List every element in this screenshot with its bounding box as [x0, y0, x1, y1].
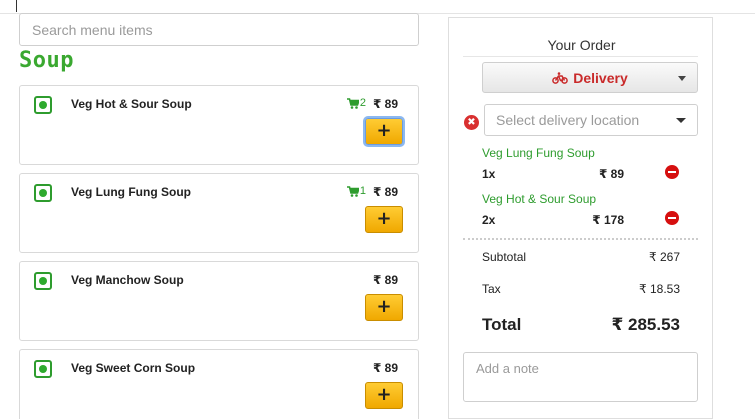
menu-item-card: Veg Manchow Soup ₹ 89 + [19, 261, 419, 341]
order-item-name: Veg Lung Fung Soup [482, 146, 595, 160]
delivery-location-select[interactable]: Select delivery location [484, 104, 698, 136]
menu-item-price: ₹ 89 [372, 273, 398, 287]
chevron-down-icon [678, 76, 686, 81]
order-panel-title: Your Order [547, 37, 616, 53]
order-panel: Your Order Delivery ✖ Select delivery lo… [448, 17, 713, 419]
menu-item-name: Veg Manchow Soup [71, 273, 184, 287]
cart-count: 1 [346, 185, 366, 197]
menu-item-name: Veg Hot & Sour Soup [71, 97, 192, 111]
add-to-cart-button[interactable]: + [365, 382, 403, 409]
delivery-mode-label: Delivery [573, 69, 628, 86]
total-value: ₹ 285.53 [611, 315, 680, 334]
order-item-qty: 2x [482, 213, 496, 227]
cart-count-value: 1 [359, 185, 366, 197]
veg-indicator-icon [34, 184, 52, 202]
menu-item-name: Veg Lung Fung Soup [71, 185, 191, 199]
tax-value: ₹ 18.53 [639, 282, 680, 296]
menu-item-card: Veg Sweet Corn Soup ₹ 89 + [19, 349, 419, 419]
note-field[interactable] [463, 352, 698, 402]
veg-indicator-icon [34, 272, 52, 290]
delivery-location-placeholder: Select delivery location [496, 112, 640, 128]
section-title: Soup [19, 48, 74, 73]
error-icon: ✖ [464, 115, 479, 130]
cart-count-value: 2 [359, 97, 366, 109]
add-to-cart-button[interactable]: + [365, 118, 403, 145]
menu-item-price: ₹ 89 [372, 97, 398, 111]
search-input[interactable] [19, 13, 419, 46]
tax-label: Tax [482, 282, 501, 296]
add-to-cart-button[interactable]: + [365, 206, 403, 233]
veg-indicator-icon [34, 360, 52, 378]
text-cursor [16, 0, 17, 12]
cart-icon [346, 97, 359, 109]
divider [463, 238, 698, 240]
remove-icon[interactable] [665, 165, 679, 179]
veg-indicator-icon [34, 96, 52, 114]
subtotal-value: ₹ 267 [649, 250, 680, 264]
order-item-qty: 1x [482, 167, 496, 181]
menu-item-card: Veg Hot & Sour Soup 2 ₹ 89 + [19, 85, 419, 165]
add-to-cart-button[interactable]: + [365, 294, 403, 321]
menu-item-name: Veg Sweet Corn Soup [71, 361, 196, 375]
menu-item-price: ₹ 89 [372, 185, 398, 199]
remove-icon[interactable] [665, 211, 679, 225]
order-item-price: ₹ 89 [598, 167, 624, 181]
top-bar [0, 0, 755, 14]
delivery-mode-dropdown[interactable]: Delivery [482, 62, 698, 93]
cart-icon [346, 185, 359, 197]
bike-icon [552, 71, 569, 84]
subtotal-label: Subtotal [482, 250, 527, 264]
divider [463, 56, 698, 57]
cart-count: 2 [346, 97, 366, 109]
chevron-down-icon [676, 118, 686, 123]
total-label: Total [482, 315, 522, 334]
order-item-name: Veg Hot & Sour Soup [482, 192, 597, 206]
menu-item-price: ₹ 89 [372, 361, 398, 375]
order-item-price: ₹ 178 [592, 213, 624, 227]
menu-item-card: Veg Lung Fung Soup 1 ₹ 89 + [19, 173, 419, 253]
